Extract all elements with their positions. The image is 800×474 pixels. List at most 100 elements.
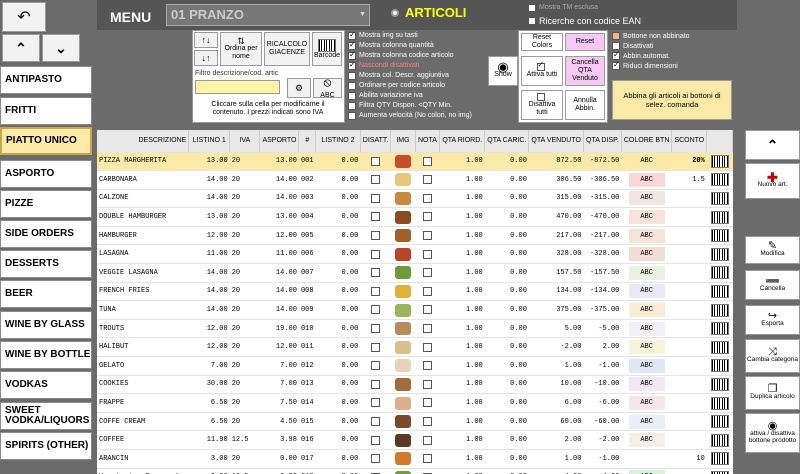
note-checkbox[interactable] <box>422 398 432 408</box>
category-wine-by-glass[interactable]: WINE BY GLASS <box>0 311 92 339</box>
cell-qty-reorder[interactable]: 1.00 <box>439 207 485 227</box>
cell-vat[interactable]: 20 <box>229 449 260 469</box>
cell-discount[interactable] <box>671 337 707 358</box>
cell-price2[interactable]: 0.00 <box>315 282 361 302</box>
cell-vat[interactable]: 20 <box>229 189 260 209</box>
column-header[interactable]: DESCRIZIONE <box>97 130 190 153</box>
column-header[interactable] <box>706 130 733 153</box>
checkbox[interactable] <box>348 60 356 70</box>
note-checkbox[interactable] <box>422 175 432 185</box>
cell-qty-available[interactable]: -470.00 <box>583 207 622 227</box>
cell-price1[interactable]: 13.00 <box>188 207 230 227</box>
barcode-icon[interactable] <box>710 173 729 187</box>
cell-code[interactable]: 016 <box>298 430 316 450</box>
cell-price2[interactable]: 0.00 <box>315 393 361 413</box>
cell-qty-available[interactable]: -2.00 <box>583 430 622 450</box>
table-row[interactable]: CALZONE 14.00 20 14.00 003 0.00 1.00 0.00 315.00… <box>97 189 733 209</box>
cell-takeaway[interactable]: 7.00 <box>259 356 299 376</box>
barcode-icon[interactable] <box>710 303 729 317</box>
cell-description[interactable]: DOUBLE HAMBURGER <box>97 207 189 227</box>
disabled-checkbox[interactable] <box>371 193 381 203</box>
cell-disabled[interactable] <box>360 263 391 283</box>
cell-barcode[interactable] <box>706 282 733 302</box>
barcode-icon[interactable] <box>710 247 729 261</box>
cell-qty-sold[interactable]: 1.00 <box>528 449 584 469</box>
cell-disabled[interactable] <box>360 356 391 376</box>
cell-qty-sold[interactable]: 872.50 <box>528 152 584 172</box>
cell-discount[interactable] <box>671 319 707 339</box>
column-header[interactable]: QTA CARIC. <box>484 130 530 153</box>
cell-note[interactable] <box>415 189 440 209</box>
checkbox[interactable] <box>348 30 356 40</box>
column-header[interactable]: QTA RIORD. <box>439 130 486 153</box>
cell-takeaway[interactable]: 14.00 <box>259 189 299 209</box>
cell-qty-available[interactable]: -217.00 <box>583 226 622 246</box>
cell-price2[interactable]: 0.00 <box>315 430 361 450</box>
cell-vat[interactable]: 20 <box>229 263 260 283</box>
cell-takeaway[interactable]: 3.98 <box>259 430 299 450</box>
cell-vat[interactable]: 20 <box>229 375 260 395</box>
cell-price1[interactable]: 13.00 <box>188 152 230 172</box>
table-row[interactable]: Vegetarian Burger #9.9212.59.920180.00✓1… <box>97 468 733 474</box>
cell-qty-loaded[interactable]: 0.00 <box>484 356 529 376</box>
cell-note[interactable] <box>415 226 440 246</box>
table-row[interactable]: GELATO 7.00 20 7.00 012 0.00 1.00 0.00 1.00 -1.00… <box>97 356 733 376</box>
cell-vat[interactable]: 20 <box>229 356 260 376</box>
cell-discount[interactable] <box>671 226 707 246</box>
table-row[interactable]: TROUTS 12.00 20 19.00 010 0.00 1.00 0.00 5.00 -5.… <box>97 319 733 339</box>
cell-price2[interactable]: 0.00 <box>315 375 361 395</box>
cell-vat[interactable]: 20 <box>229 226 260 246</box>
column-header[interactable]: IVA <box>229 130 261 153</box>
cell-description[interactable]: COOKIES <box>97 375 189 395</box>
disabled-checkbox[interactable] <box>371 361 381 371</box>
cell-price1[interactable]: 14.00 <box>188 300 230 320</box>
button-color-swatch[interactable]: ABC <box>628 247 665 262</box>
button-color-swatch[interactable] <box>628 450 665 465</box>
delete-button[interactable]: ➖ Cancella <box>745 270 800 300</box>
cell-code[interactable]: 006 <box>298 244 316 265</box>
cell-takeaway[interactable]: 19.00 <box>259 319 299 339</box>
cell-qty-sold[interactable]: 4.00 <box>528 468 584 474</box>
note-checkbox[interactable] <box>422 454 432 464</box>
cell-price2[interactable]: 0.00 <box>315 263 361 283</box>
barcode-icon[interactable] <box>710 210 729 224</box>
back-button[interactable]: ↶ <box>2 2 46 32</box>
cell-image[interactable] <box>390 189 416 209</box>
scroll-down-button[interactable]: ⌄ <box>42 34 80 62</box>
barcode-icon[interactable] <box>710 191 729 205</box>
cell-note[interactable] <box>415 207 440 227</box>
note-checkbox[interactable] <box>422 193 432 203</box>
cell-disabled[interactable] <box>360 189 391 209</box>
cell-qty-loaded[interactable]: 0.00 <box>484 393 529 413</box>
abc-button[interactable]: 🛇 ABC <box>313 78 342 99</box>
cell-description[interactable]: PIZZA MARGHERITA <box>97 152 189 172</box>
cell-qty-reorder[interactable]: 1.00 <box>439 244 485 265</box>
table-row[interactable]: LASAGNA 11.00 20 11.00 006 0.00 1.00 0.00 328.00… <box>97 244 733 265</box>
cell-qty-reorder[interactable]: 1.00 <box>439 412 485 432</box>
table-row[interactable]: PIZZA MARGHERITA 13.00 20 13.00 001 0.00 1.00 0… <box>97 152 733 172</box>
cell-qty-loaded[interactable]: 0.00 <box>484 170 529 190</box>
abc-color-button[interactable]: ⚙ <box>287 78 311 98</box>
cell-barcode[interactable] <box>706 468 733 474</box>
cell-vat[interactable]: 20 <box>229 152 260 172</box>
cell-qty-available[interactable]: -5.00 <box>583 319 622 339</box>
cell-button-color[interactable]: ABC <box>621 263 672 283</box>
cell-qty-loaded[interactable]: 0.00 <box>484 375 529 395</box>
option-item[interactable]: Mostra img su tasti <box>348 30 513 40</box>
cell-image[interactable] <box>390 430 416 450</box>
cell-price1[interactable]: 3.00 <box>188 449 230 469</box>
disabled-checkbox[interactable] <box>371 231 381 240</box>
column-header[interactable]: # <box>298 130 317 153</box>
cell-button-color[interactable]: ABC <box>621 375 672 395</box>
right-option-item[interactable]: Riduci dimensioni <box>612 60 732 71</box>
table-row[interactable]: TUNA 14.00 20 14.00 009 0.00 1.00 0.00 375.00 -37… <box>97 300 733 320</box>
cell-vat[interactable]: 20 <box>229 393 260 413</box>
cell-price1[interactable]: 14.00 <box>188 170 230 190</box>
barcode-icon[interactable] <box>710 452 729 466</box>
cell-note[interactable] <box>415 282 440 302</box>
cell-note[interactable] <box>415 319 440 339</box>
column-header[interactable]: IMG <box>390 130 416 153</box>
cell-disabled[interactable] <box>360 430 391 450</box>
cell-image[interactable] <box>390 319 416 339</box>
cell-note[interactable] <box>415 356 440 376</box>
